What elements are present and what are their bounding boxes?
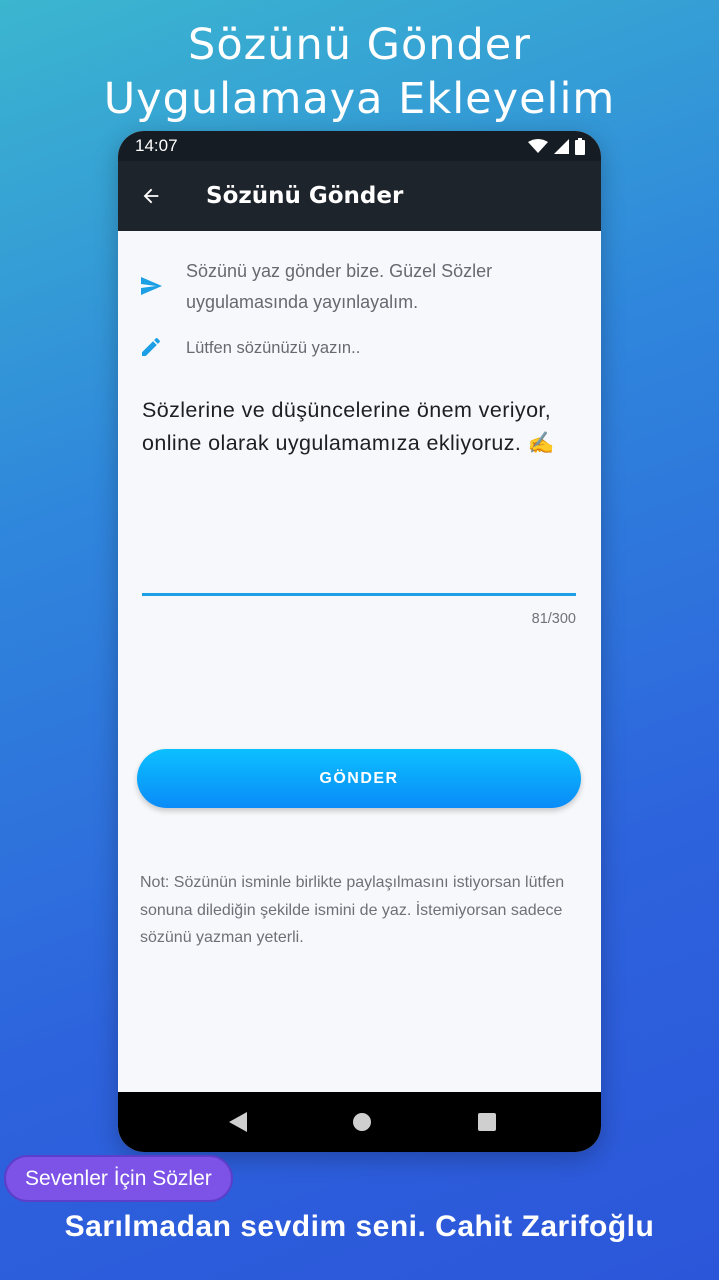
app-bar: Sözünü Gönder: [118, 161, 601, 231]
status-bar: 14:07: [118, 131, 601, 161]
phone-frame: 14:07 Sözünü Gönder Sözünü yaz gönder bi: [118, 131, 601, 1152]
status-icons: [528, 137, 585, 155]
hint-text: Lütfen sözünüzü yazın..: [186, 339, 361, 357]
nav-recents-icon: [477, 1113, 496, 1131]
signal-icon: [554, 138, 569, 154]
navigation-bar: [118, 1092, 601, 1152]
input-underline: [142, 593, 576, 596]
char-counter: 81/300: [531, 611, 576, 627]
quote-input[interactable]: Sözlerine ve düşüncelerine önem veriyor,…: [142, 394, 582, 460]
app-name-badge: Sevenler İçin Sözler: [4, 1155, 233, 1202]
wifi-icon: [528, 138, 548, 153]
send-icon: [141, 277, 162, 295]
promo-headline-line2: Uygulamaya Ekleyelim: [103, 74, 616, 124]
send-button[interactable]: GÖNDER: [137, 749, 581, 808]
intro-text: Sözünü yaz gönder bize. Güzel Sözler uyg…: [186, 261, 493, 312]
back-button[interactable]: [118, 185, 184, 207]
battery-icon: [575, 137, 585, 155]
note-text: Not: Sözünün isminle birlikte paylaşılma…: [140, 874, 565, 946]
nav-home-icon: [353, 1113, 372, 1131]
nav-recents-button[interactable]: [457, 1092, 517, 1152]
nav-home-button[interactable]: [332, 1092, 392, 1152]
page-title: Sözünü Gönder: [206, 183, 404, 209]
promo-headline: Sözünü Gönder Uygulamaya Ekleyelim: [0, 18, 719, 126]
arrow-back-icon: [143, 188, 159, 204]
status-time: 14:07: [135, 136, 178, 155]
promo-caption: Sarılmadan sevdim seni. Cahit Zarifoğlu: [64, 1210, 655, 1243]
nav-back-icon: [229, 1112, 248, 1132]
promo-headline-line1: Sözünü Gönder: [188, 20, 531, 70]
pencil-icon: [142, 337, 160, 356]
nav-back-button[interactable]: [208, 1092, 268, 1152]
form-content: Sözünü yaz gönder bize. Güzel Sözler uyg…: [118, 231, 601, 1092]
